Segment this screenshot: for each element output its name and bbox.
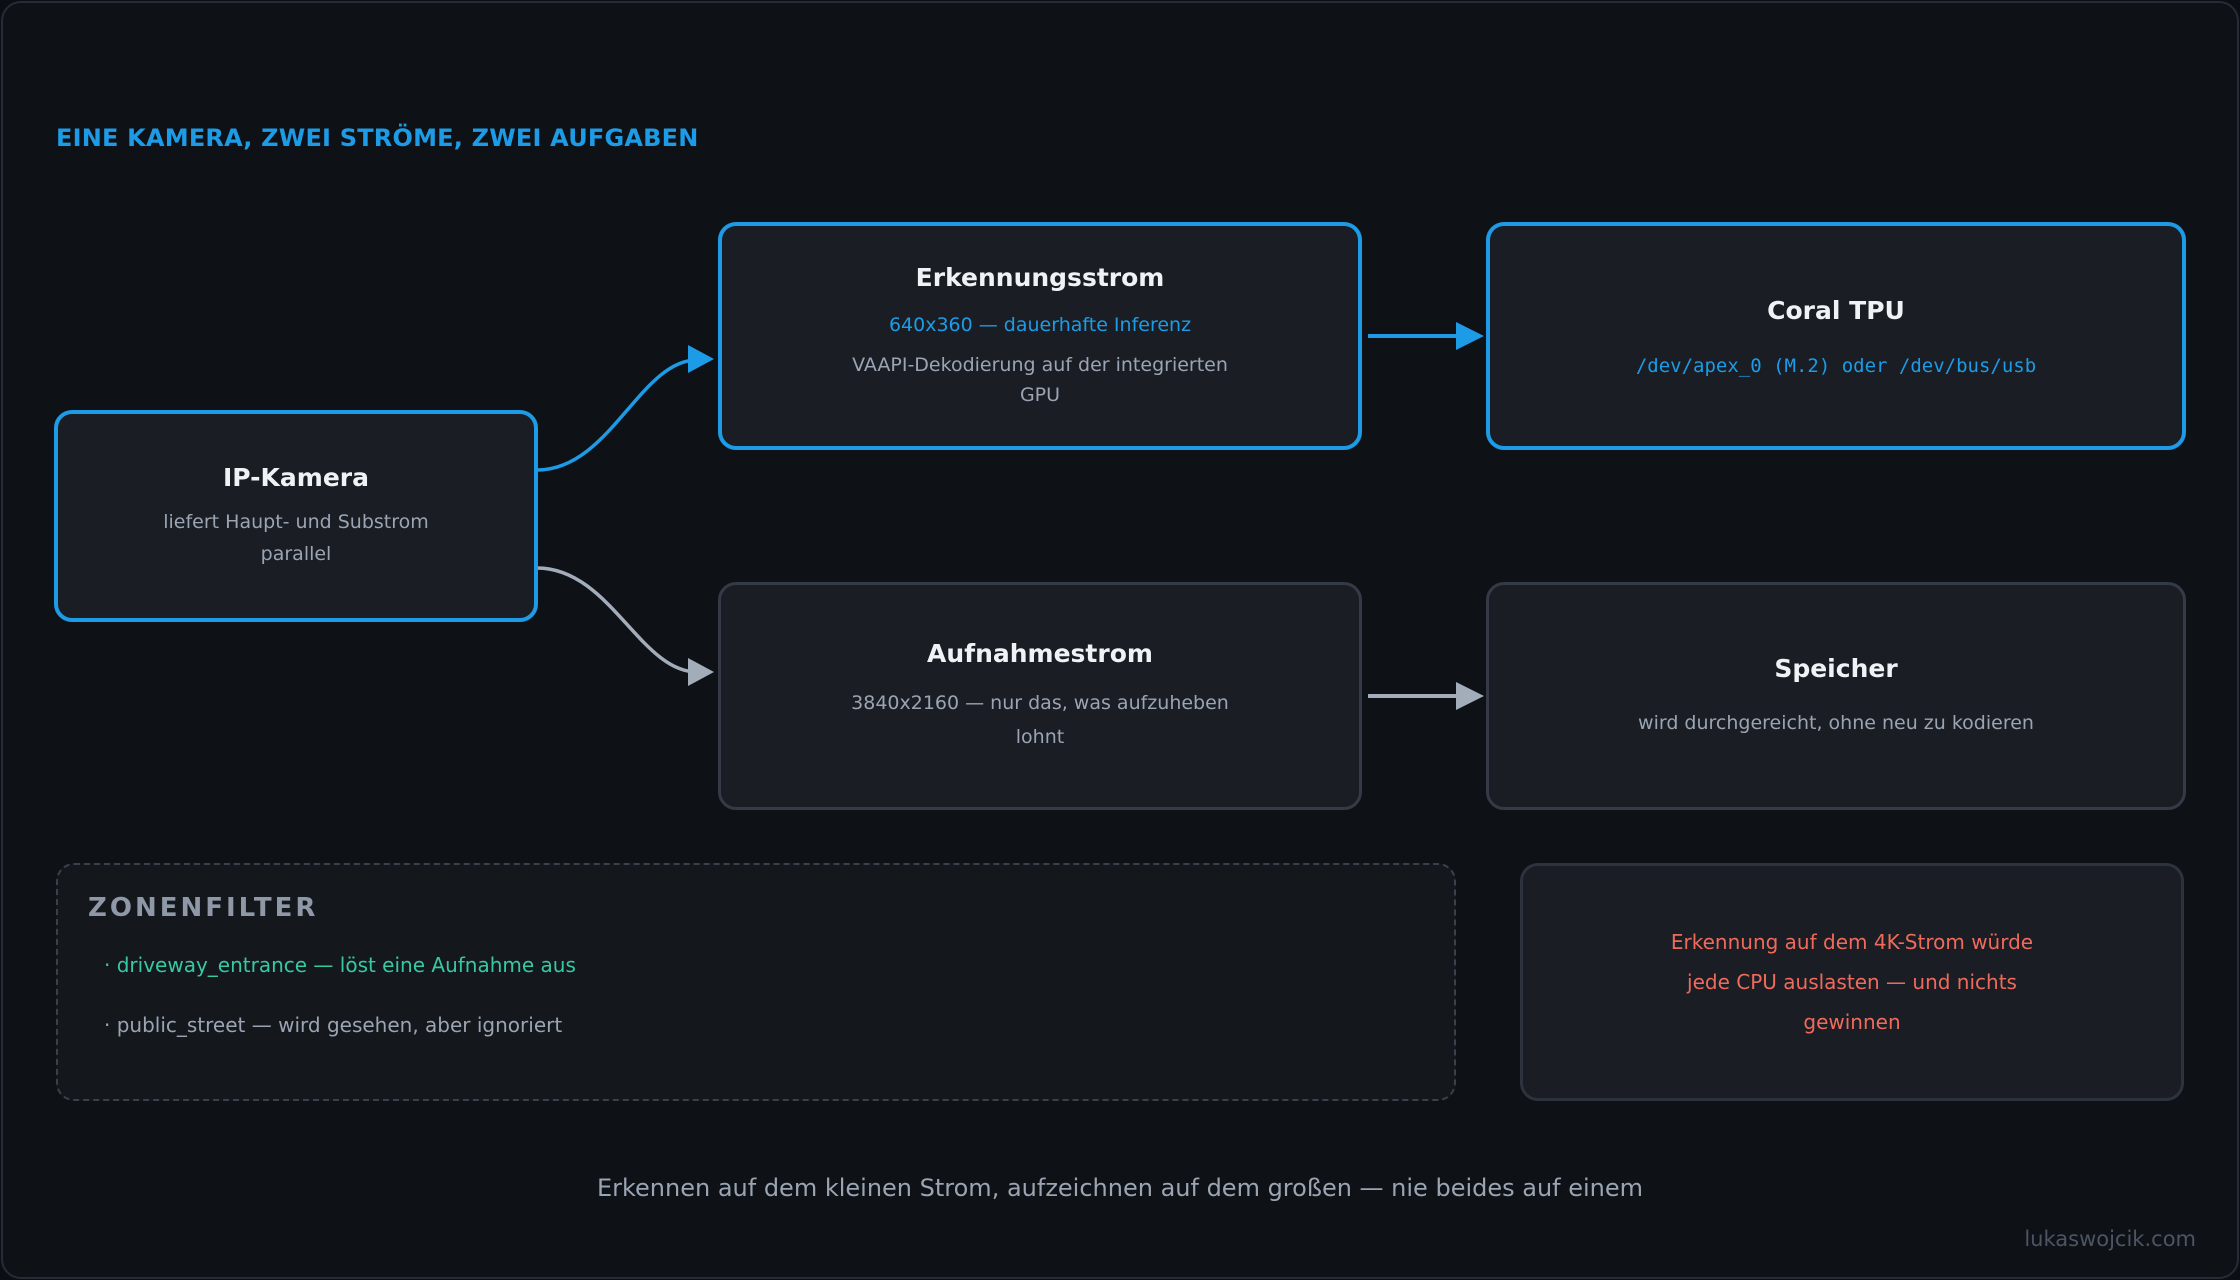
arrow-camera-to-record xyxy=(536,566,698,674)
node-detect-stream-title: Erkennungsstrom xyxy=(915,262,1165,292)
diagram-caption: Erkennen auf dem kleinen Strom, aufzeich… xyxy=(596,1174,1644,1202)
watermark: lukaswojcik.com xyxy=(2024,1227,2196,1251)
warning-line-2: jede CPU auslasten — und nichts xyxy=(1687,970,2017,994)
zone-filter-panel: ZONENFILTER · driveway_entrance — löst e… xyxy=(56,863,1456,1101)
node-detect-stream-sub-1: VAAPI-Dekodierung auf der integrierten xyxy=(852,353,1228,376)
node-ip-camera-sub-2: parallel xyxy=(260,542,332,565)
node-storage: Speicher wird durchgereicht, ohne neu zu… xyxy=(1486,582,2186,810)
zone-filter-title: ZONENFILTER xyxy=(88,893,319,923)
node-record-stream-title: Aufnahmestrom xyxy=(927,638,1153,668)
node-coral-tpu-title: Coral TPU xyxy=(1767,295,1905,325)
node-record-stream: Aufnahmestrom 3840x2160 — nur das, was a… xyxy=(718,582,1362,810)
arrow-head-detect xyxy=(688,345,714,373)
zone-item-driveway: · driveway_entrance — löst eine Aufnahme… xyxy=(104,953,576,977)
arrow-head-coral xyxy=(1456,322,1484,350)
warning-panel: Erkennung auf dem 4K-Strom würde jede CP… xyxy=(1520,863,2184,1101)
node-ip-camera: IP-Kamera liefert Haupt- und Substrom pa… xyxy=(54,410,538,622)
node-storage-title: Speicher xyxy=(1774,653,1898,683)
node-ip-camera-sub-1: liefert Haupt- und Substrom xyxy=(163,510,429,533)
warning-line-1: Erkennung auf dem 4K-Strom würde xyxy=(1670,930,2034,954)
node-coral-tpu: Coral TPU /dev/apex_0 (M.2) oder /dev/bu… xyxy=(1486,222,2186,450)
node-ip-camera-title: IP-Kamera xyxy=(222,462,369,492)
node-detect-stream: Erkennungsstrom 640x360 — dauerhafte Inf… xyxy=(718,222,1362,450)
arrow-head-record xyxy=(688,658,714,686)
node-detect-stream-resolution: 640x360 — dauerhafte Inferenz xyxy=(888,313,1192,336)
node-record-stream-sub-2: lohnt xyxy=(1015,725,1065,748)
node-coral-tpu-device: /dev/apex_0 (M.2) oder /dev/bus/usb xyxy=(1635,354,2037,377)
node-storage-sub: wird durchgereicht, ohne neu zu kodieren xyxy=(1638,711,2034,734)
zone-item-public-street: · public_street — wird gesehen, aber ign… xyxy=(104,1013,563,1037)
node-detect-stream-sub-2: GPU xyxy=(1019,383,1061,406)
node-record-stream-sub-1: 3840x2160 — nur das, was aufzuheben xyxy=(851,691,1229,714)
arrow-head-storage xyxy=(1456,682,1484,710)
arrow-camera-to-detect xyxy=(536,358,698,472)
warning-text: Erkennung auf dem 4K-Strom würde jede CP… xyxy=(1642,922,2062,1042)
warning-line-3: gewinnen xyxy=(1803,1010,1901,1034)
